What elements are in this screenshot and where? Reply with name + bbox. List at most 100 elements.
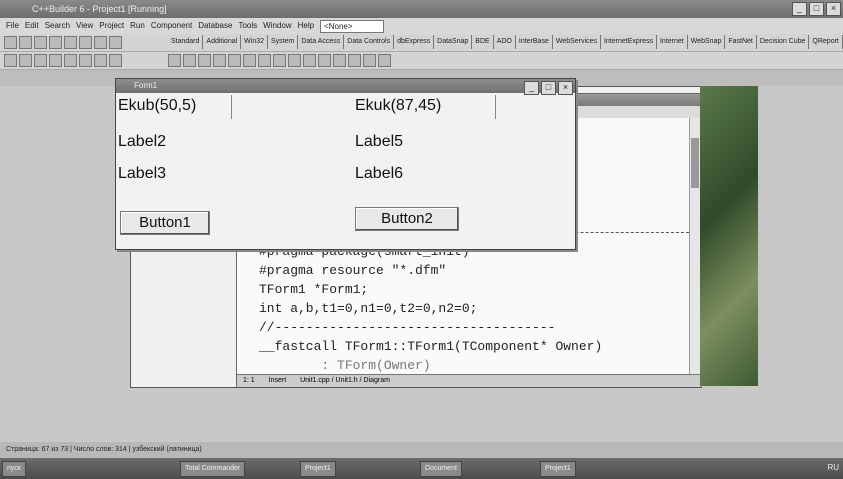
scrollbar-icon[interactable] <box>348 54 361 67</box>
cursor-position: 1: 1 <box>243 377 255 384</box>
close-icon[interactable]: × <box>826 2 841 16</box>
button2[interactable]: Button2 <box>355 207 459 231</box>
view-unit-icon[interactable] <box>34 54 47 67</box>
palette-tab[interactable]: Decision Cube <box>757 35 810 49</box>
panel-icon[interactable] <box>378 54 391 67</box>
taskbar-item[interactable]: Project1 <box>540 461 576 477</box>
language-indicator[interactable]: RU <box>827 461 839 475</box>
label3: Label3 <box>118 165 167 182</box>
ide-title: C++Builder 6 - Project1 [Running] <box>32 4 167 14</box>
palette-tab[interactable]: FastNet <box>725 35 757 49</box>
insert-mode: Insert <box>268 377 287 384</box>
editor-tabs[interactable]: Unit1.cpp / Unit1.h / Diagram <box>294 377 396 384</box>
code-line[interactable]: #pragma resource "*.dfm" <box>259 263 446 278</box>
radiobutton-icon[interactable] <box>303 54 316 67</box>
taskbar-item[interactable]: Document <box>420 461 462 477</box>
add-file-icon[interactable] <box>79 36 92 49</box>
groupbox-icon[interactable] <box>363 54 376 67</box>
maximize-icon[interactable]: □ <box>809 2 824 16</box>
save-all-icon[interactable] <box>49 36 62 49</box>
menu-window[interactable]: Window <box>263 18 291 34</box>
palette-tab[interactable]: Standard <box>168 35 204 49</box>
new-form-icon[interactable] <box>19 54 32 67</box>
palette-tab[interactable]: InternetExpress <box>601 35 657 49</box>
label-icon[interactable] <box>228 54 241 67</box>
memo-icon[interactable] <box>258 54 271 67</box>
button1[interactable]: Button1 <box>120 211 210 235</box>
code-line[interactable]: : TForm(Owner) <box>259 358 430 373</box>
form-title-bar: Form1 _ □ × <box>116 79 575 95</box>
trace-into-icon[interactable] <box>94 54 107 67</box>
open-icon[interactable] <box>19 36 32 49</box>
palette-tab[interactable]: QReport <box>809 35 843 49</box>
palette-tab[interactable]: Data Controls <box>344 35 395 49</box>
form1-window: Form1 _ □ × Ekub(50,5) Ekuk(87,45) Label… <box>115 78 576 250</box>
button-icon[interactable] <box>273 54 286 67</box>
ide-title-bar: C++Builder 6 - Project1 [Running] _ □ × <box>0 0 843 18</box>
code-line[interactable]: int a,b,t1=0,n1=0,t2=0,n2=0; <box>259 301 477 316</box>
menu-file[interactable]: File <box>6 18 19 34</box>
menu-view[interactable]: View <box>76 18 93 34</box>
menu-edit[interactable]: Edit <box>25 18 39 34</box>
label2: Label2 <box>118 133 167 150</box>
desktop-combo[interactable]: <None> <box>320 20 384 33</box>
taskbar-item[interactable]: Project1 <box>300 461 336 477</box>
code-status-bar: 1: 1 Insert Unit1.cpp / Unit1.h / Diagra… <box>237 374 701 387</box>
palette-components <box>168 54 391 67</box>
run-icon[interactable] <box>64 54 77 67</box>
popupmenu-icon[interactable] <box>213 54 226 67</box>
palette-tab[interactable]: Internet <box>657 35 688 49</box>
component-palette-tabs: Standard Additional Win32 System Data Ac… <box>168 35 843 49</box>
menu-search[interactable]: Search <box>45 18 70 34</box>
help-icon[interactable] <box>109 36 122 49</box>
menu-database[interactable]: Database <box>198 18 232 34</box>
combobox-icon[interactable] <box>333 54 346 67</box>
palette-tab[interactable]: WebServices <box>553 35 601 49</box>
palette-tab[interactable]: WebSnap <box>688 35 726 49</box>
listbox-icon[interactable] <box>318 54 331 67</box>
code-line[interactable]: TForm1 *Form1; <box>259 282 368 297</box>
palette-tab[interactable]: DataSnap <box>434 35 473 49</box>
menu-tools[interactable]: Tools <box>238 18 257 34</box>
palette-tab[interactable]: InterBase <box>516 35 553 49</box>
frame-icon[interactable] <box>183 54 196 67</box>
palette-tab[interactable]: Additional <box>203 35 242 49</box>
minimize-icon[interactable]: _ <box>524 81 539 95</box>
palette-tab[interactable]: Win32 <box>241 35 269 49</box>
toolbar-row-2 <box>0 52 843 70</box>
new-icon[interactable] <box>4 36 17 49</box>
checkbox-icon[interactable] <box>288 54 301 67</box>
code-line[interactable]: __fastcall TForm1::TForm1(TComponent* Ow… <box>259 339 602 354</box>
remove-file-icon[interactable] <box>94 36 107 49</box>
menu-bar: File Edit Search View Project Run Compon… <box>0 18 843 34</box>
menu-component[interactable]: Component <box>151 18 192 34</box>
view-form-icon[interactable] <box>49 54 62 67</box>
code-line[interactable]: //------------------------------------ <box>259 320 555 335</box>
edit-icon[interactable] <box>243 54 256 67</box>
code-scrollbar[interactable] <box>689 118 700 374</box>
mainmenu-icon[interactable] <box>198 54 211 67</box>
word-status-bar: Страница: 67 из 73 | Число слов: 314 | у… <box>0 442 843 458</box>
ide-window-controls: _ □ × <box>792 2 841 16</box>
maximize-icon[interactable]: □ <box>541 81 556 95</box>
open-project-icon[interactable] <box>64 36 77 49</box>
palette-tab[interactable]: BDE <box>472 35 494 49</box>
palette-tab[interactable]: System <box>268 35 299 49</box>
palette-tab[interactable]: dbExpress <box>394 35 435 49</box>
save-icon[interactable] <box>34 36 47 49</box>
start-button[interactable]: пуск <box>2 461 26 477</box>
taskbar-item[interactable]: Total Commander <box>180 461 246 477</box>
menu-project[interactable]: Project <box>99 18 124 34</box>
palette-tab[interactable]: ADO <box>494 35 516 49</box>
toggle-form-unit-icon[interactable] <box>4 54 17 67</box>
menu-run[interactable]: Run <box>130 18 145 34</box>
palette-tab[interactable]: Data Access <box>298 35 345 49</box>
menu-help[interactable]: Help <box>298 18 314 34</box>
scrollbar-thumb[interactable] <box>691 138 699 188</box>
pause-icon[interactable] <box>79 54 92 67</box>
close-icon[interactable]: × <box>558 81 573 95</box>
step-over-icon[interactable] <box>109 54 122 67</box>
label-ekuk: Ekuk(87,45) <box>355 97 442 114</box>
minimize-icon[interactable]: _ <box>792 2 807 16</box>
pointer-icon[interactable] <box>168 54 181 67</box>
